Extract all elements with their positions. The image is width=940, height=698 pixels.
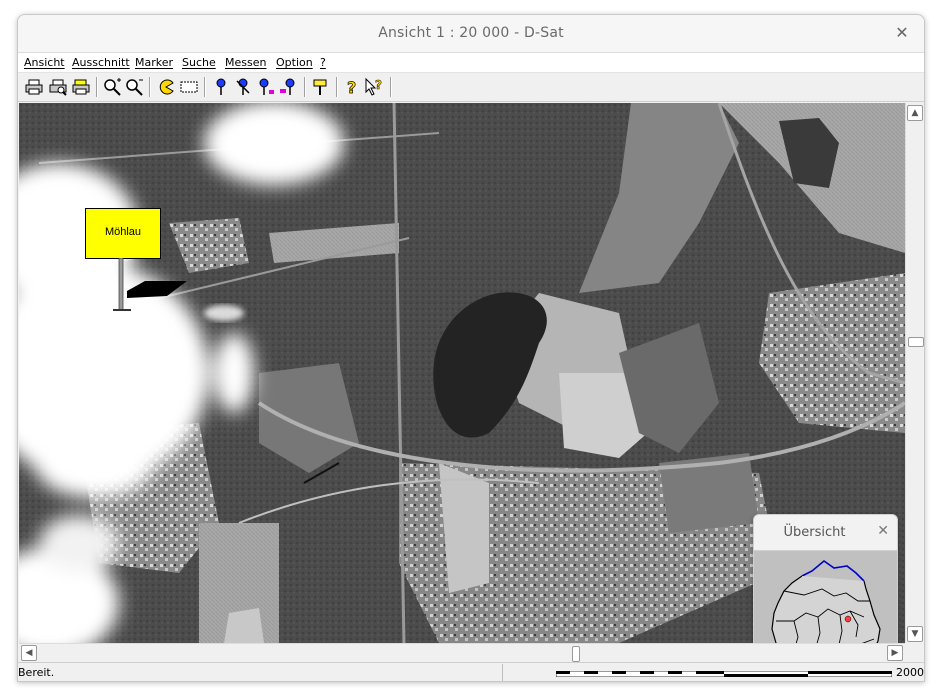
overview-panel: Übersicht ✕ <box>753 514 898 643</box>
overview-header: Übersicht ✕ <box>754 515 897 551</box>
delete-marker-button[interactable] <box>233 77 253 97</box>
close-window-button[interactable]: ✕ <box>892 23 912 43</box>
scroll-down-button[interactable]: ▼ <box>907 626 923 642</box>
toolbar-separator <box>204 77 205 97</box>
horizontal-scroll-thumb[interactable] <box>572 646 580 662</box>
print-settings-icon <box>72 79 90 95</box>
vertical-scrollbar[interactable]: ▲ ▼ <box>905 103 924 643</box>
status-text: Bereit. <box>18 666 55 679</box>
marker-edit-icon <box>280 78 295 95</box>
svg-text:?: ? <box>347 78 356 97</box>
overview-title: Übersicht <box>783 525 846 540</box>
select-region-icon <box>180 81 198 93</box>
toolbar: ? ? <box>18 73 924 102</box>
horizontal-scrollbar[interactable]: ◀ ▶ <box>19 643 905 662</box>
menu-option[interactable]: Option <box>276 56 313 69</box>
app-window: Ansicht 1 : 20 000 - D-Sat ✕ Ansicht Aus… <box>17 14 925 682</box>
toolbar-separator <box>149 77 150 97</box>
help-button[interactable]: ? <box>342 77 362 97</box>
menu-help[interactable]: ? <box>320 56 326 69</box>
zoom-in-icon <box>104 78 121 96</box>
scale-bar-label: 2000 <box>896 666 924 679</box>
signpost-icon <box>313 79 327 95</box>
scale-bar <box>556 671 892 677</box>
status-divider <box>502 664 503 681</box>
toolbar-separator <box>96 77 97 97</box>
marker-move-icon <box>259 78 274 95</box>
menu-messen[interactable]: Messen <box>225 56 266 69</box>
print-button[interactable] <box>24 77 44 97</box>
vertical-scroll-thumb[interactable] <box>908 337 924 347</box>
select-region-button[interactable] <box>179 77 199 97</box>
germany-overview-map <box>771 559 881 643</box>
marker-blue-icon <box>216 78 226 95</box>
marker-delete-icon <box>236 78 250 95</box>
window-title: Ansicht 1 : 20 000 - D-Sat <box>378 25 564 41</box>
overview-close-button[interactable]: ✕ <box>877 523 889 539</box>
scroll-left-button[interactable]: ◀ <box>21 645 37 661</box>
toolbar-separator <box>390 77 391 97</box>
menu-ausschnitt[interactable]: Ausschnitt <box>72 56 130 69</box>
zoom-out-icon <box>126 79 143 96</box>
print-preview-button[interactable] <box>48 77 68 97</box>
set-marker-button[interactable] <box>211 77 231 97</box>
scroll-right-button[interactable]: ▶ <box>887 645 903 661</box>
title-bar: Ansicht 1 : 20 000 - D-Sat ✕ <box>18 15 924 53</box>
print-icon <box>25 79 43 95</box>
menu-marker[interactable]: Marker <box>135 56 173 69</box>
zoom-in-button[interactable] <box>102 77 122 97</box>
overview-map[interactable] <box>754 551 897 643</box>
context-help-button[interactable]: ? <box>364 77 384 97</box>
map-marker-label-box[interactable]: Möhlau <box>85 208 161 259</box>
move-marker-button[interactable] <box>256 77 276 97</box>
scroll-up-button[interactable]: ▲ <box>907 105 923 121</box>
status-bar: Bereit. 2000 <box>18 662 924 681</box>
signpost-button[interactable] <box>310 77 330 97</box>
pacman-navigate-icon <box>159 79 174 95</box>
toolbar-separator <box>336 77 337 97</box>
satellite-map-view[interactable]: Möhlau Übersicht ✕ <box>19 103 905 643</box>
menu-bar: Ansicht Ausschnitt Marker Suche Messen O… <box>18 53 924 73</box>
toolbar-separator <box>304 77 305 97</box>
menu-ansicht[interactable]: Ansicht <box>24 56 65 69</box>
edit-marker-button[interactable] <box>278 77 298 97</box>
menu-suche[interactable]: Suche <box>182 56 216 69</box>
print-preview-icon <box>49 79 67 96</box>
zoom-out-button[interactable] <box>124 77 144 97</box>
marker-flag-icon <box>113 258 187 311</box>
svg-text:?: ? <box>375 78 382 92</box>
help-icon: ? <box>347 78 357 97</box>
map-marker-label: Möhlau <box>104 226 142 238</box>
print-settings-button[interactable] <box>71 77 91 97</box>
context-help-icon: ? <box>365 78 382 96</box>
navigate-button[interactable] <box>156 77 176 97</box>
